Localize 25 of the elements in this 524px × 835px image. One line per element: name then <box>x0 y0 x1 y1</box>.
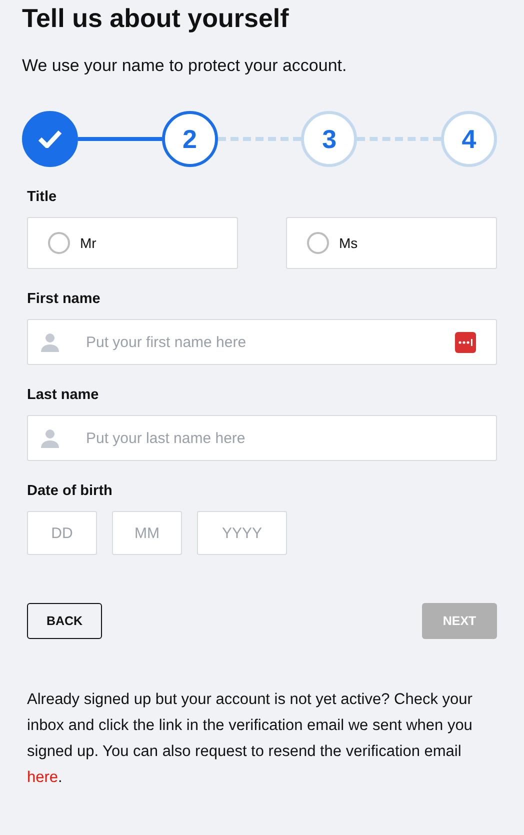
password-manager-icon[interactable] <box>455 332 476 352</box>
verification-note: Already signed up but your account is not yet active? Check your inbox and click the link in the verification email we sent when you signed up. You can also request to resend the verification email here. <box>27 690 474 788</box>
resend-link[interactable]: here <box>27 769 58 786</box>
date-input[interactable]: MM <box>112 511 182 555</box>
name-field[interactable]: Put your last name here <box>27 415 497 461</box>
check-icon <box>38 130 62 148</box>
person-icon <box>40 332 60 352</box>
name-input[interactable]: Put your first name here <box>60 334 455 350</box>
field-label: Title <box>27 189 58 205</box>
step-number: 3 <box>322 124 337 154</box>
step-number: 2 <box>182 124 197 154</box>
field-label: First name <box>27 291 102 307</box>
date-input[interactable]: DD <box>27 511 97 555</box>
field-label: Date of birth <box>27 483 114 499</box>
person-icon <box>40 428 60 448</box>
page-heading: Tell us about yourself <box>22 2 290 34</box>
radio-option[interactable]: Ms <box>286 217 497 269</box>
name-field[interactable]: Put your first name here <box>27 319 497 365</box>
name-input[interactable]: Put your last name here <box>60 430 476 446</box>
radio-option[interactable]: Mr <box>27 217 238 269</box>
field-label: Last name <box>27 387 100 403</box>
step-number: 4 <box>462 124 476 154</box>
back-button[interactable]: BACK <box>27 603 102 639</box>
page-subtitle: We use your name to protect your account. <box>22 55 348 77</box>
date-input[interactable]: YYYY <box>197 511 287 555</box>
